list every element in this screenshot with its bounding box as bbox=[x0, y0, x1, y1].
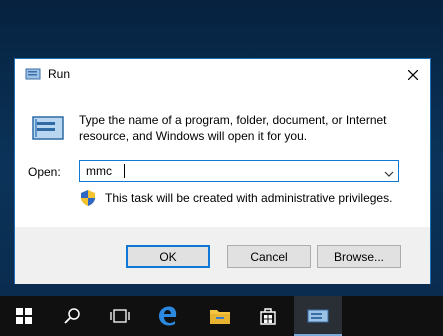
file-explorer-button[interactable] bbox=[196, 296, 244, 336]
admin-notice: This task will be created with administr… bbox=[105, 191, 393, 205]
taskbar bbox=[0, 296, 443, 336]
browse-button[interactable]: Browse... bbox=[317, 245, 401, 268]
run-app-button[interactable] bbox=[294, 296, 342, 336]
start-button[interactable] bbox=[0, 296, 48, 336]
start-icon bbox=[16, 308, 32, 324]
cancel-button[interactable]: Cancel bbox=[227, 245, 311, 268]
uac-shield-icon bbox=[81, 190, 95, 206]
chevron-down-icon[interactable] bbox=[384, 167, 394, 177]
run-dialog: Run Type the name of a program, folder, … bbox=[14, 58, 431, 284]
task-view-icon bbox=[110, 309, 130, 323]
open-label: Open: bbox=[28, 165, 61, 179]
search-icon bbox=[64, 308, 80, 324]
run-app-icon bbox=[307, 309, 329, 323]
run-icon bbox=[25, 67, 41, 81]
window-title: Run bbox=[48, 67, 71, 81]
run-description: Type the name of a program, folder, docu… bbox=[79, 113, 387, 143]
edge-icon bbox=[159, 306, 177, 326]
close-button[interactable] bbox=[396, 59, 430, 90]
close-icon bbox=[408, 69, 418, 80]
edge-button[interactable] bbox=[144, 296, 192, 336]
text-caret bbox=[124, 164, 125, 178]
ok-button[interactable]: OK bbox=[126, 245, 210, 268]
button-bar: OK Cancel Browse... bbox=[15, 227, 430, 284]
open-input[interactable]: mmc bbox=[86, 164, 112, 178]
open-combobox[interactable]: mmc bbox=[79, 160, 399, 182]
store-button[interactable] bbox=[244, 296, 292, 336]
title-bar[interactable]: Run bbox=[15, 59, 430, 90]
search-button[interactable] bbox=[48, 296, 96, 336]
file-explorer-icon bbox=[210, 310, 230, 324]
run-large-icon bbox=[31, 114, 65, 142]
task-view-button[interactable] bbox=[96, 296, 144, 336]
store-icon bbox=[260, 308, 276, 325]
